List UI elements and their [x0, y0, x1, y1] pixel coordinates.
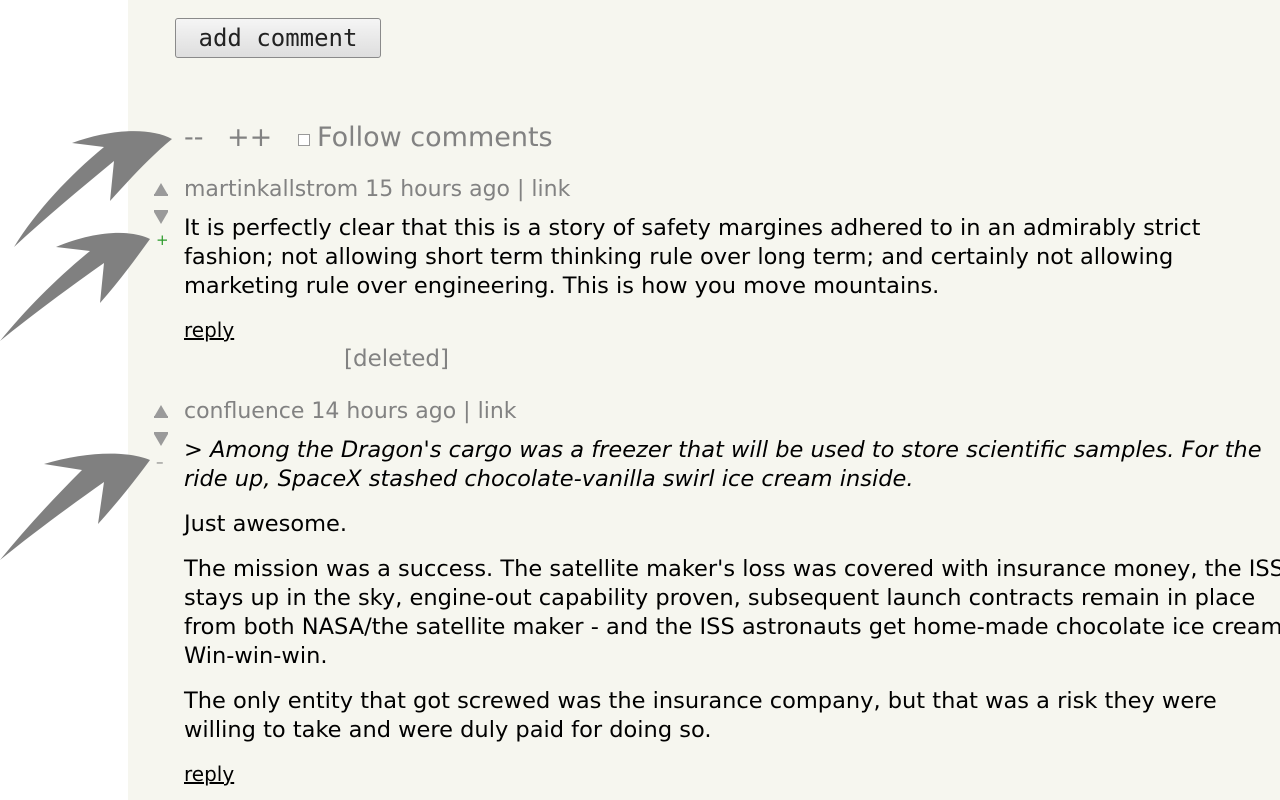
comment-paragraph: The mission was a success. The satellite…: [184, 556, 1280, 669]
comment-author[interactable]: confluence: [184, 399, 304, 424]
comment-header: confluence 14 hours ago | link: [184, 399, 517, 424]
comment-separator: |: [517, 177, 525, 202]
comment-body: It is perfectly clear that this is a sto…: [184, 214, 1264, 301]
follow-comments-label[interactable]: Follow comments: [317, 122, 553, 153]
comment-header: martinkallstrom 15 hours ago | link: [184, 177, 570, 202]
comment-link[interactable]: link: [478, 399, 517, 424]
comment-quote: > Among the Dragon's cargo was a freezer…: [184, 437, 1262, 492]
reply-link[interactable]: reply: [184, 762, 234, 786]
comment-age: 15 hours ago: [365, 177, 510, 202]
annotation-arrow-icon: [0, 232, 150, 341]
comment-link[interactable]: link: [531, 177, 570, 202]
upvote-arrow-icon[interactable]: [154, 405, 168, 417]
comment-paragraph: Just awesome.: [184, 511, 348, 537]
comment-body: > Among the Dragon's cargo was a freezer…: [184, 436, 1280, 745]
annotation-arrow-icon: [0, 453, 150, 560]
comment-author[interactable]: martinkallstrom: [184, 177, 358, 202]
expand-all-link[interactable]: ++: [227, 122, 272, 153]
add-comment-button[interactable]: add comment: [175, 18, 381, 58]
downvote-arrow-icon[interactable]: [154, 434, 168, 446]
deleted-comment: [deleted]: [344, 346, 450, 372]
comment-separator: |: [463, 399, 471, 424]
comment-age: 14 hours ago: [311, 399, 457, 424]
comment-paragraph: It is perfectly clear that this is a sto…: [184, 215, 1201, 299]
collapse-all-link[interactable]: --: [184, 122, 204, 153]
follow-comments-checkbox[interactable]: [298, 134, 310, 146]
comment-paragraph: The only entity that got screwed was the…: [184, 688, 1217, 743]
reply-link[interactable]: reply: [184, 318, 234, 342]
